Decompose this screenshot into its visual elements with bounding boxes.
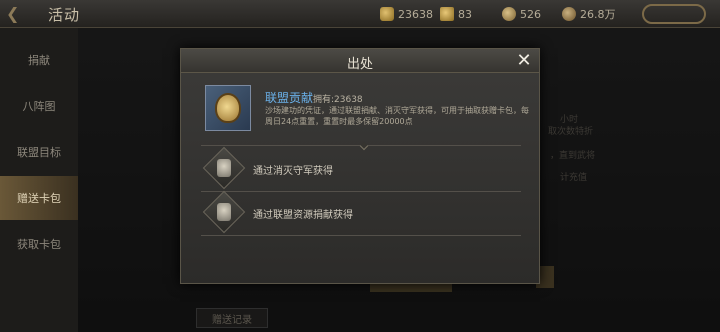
- game-screen: ❮ 活动 23638 83 526 26.8万 捐献 八阵图 联盟目标 赠送卡包…: [0, 0, 720, 332]
- divider-middle: [201, 191, 521, 192]
- sidebar-item-formation[interactable]: 八阵图: [0, 84, 78, 128]
- gold-coin-icon: [380, 7, 394, 21]
- page-title: 活动: [48, 6, 81, 24]
- divider-bottom: [201, 235, 521, 236]
- sidebar-item-alliance-goal[interactable]: 联盟目标: [0, 130, 78, 174]
- resource-silver: 526: [502, 6, 541, 22]
- medal-icon: [215, 93, 241, 123]
- source-label: 通过联盟资源捐献获得: [253, 210, 353, 221]
- resource-token: 83: [440, 6, 472, 22]
- item-owned: 拥有:23638: [313, 95, 363, 105]
- resource-gold-value: 23638: [398, 7, 433, 21]
- source-dialog: 出处 ✕ 联盟贡献 拥有:23638 沙场建功的凭证，通过联盟捐献、消灭守军获得…: [180, 48, 540, 284]
- token-icon: [440, 7, 454, 21]
- item-name: 联盟贡献: [265, 91, 314, 105]
- dialog-header: 出处 ✕: [181, 49, 539, 73]
- sidebar-item-gift-pack[interactable]: 赠送卡包: [0, 176, 78, 220]
- return-button[interactable]: [642, 4, 706, 24]
- dialog-title: 出处: [346, 57, 373, 72]
- copper-icon: [562, 7, 576, 21]
- resource-silver-value: 526: [520, 7, 541, 21]
- source-row-defeat-garrison[interactable]: 通过消灭守军获得: [202, 146, 521, 190]
- resource-copper: 26.8万: [562, 6, 616, 22]
- silver-icon: [502, 7, 516, 21]
- resource-token-value: 83: [458, 7, 472, 21]
- scroll-icon: [217, 203, 231, 221]
- alliance-contribution-icon: [205, 85, 251, 131]
- source-row-resource-donate[interactable]: 通过联盟资源捐献获得: [202, 190, 521, 234]
- back-arrow-icon[interactable]: ❮: [6, 4, 42, 24]
- resource-gold: 23638: [380, 6, 433, 22]
- resource-copper-value: 26.8万: [580, 8, 616, 21]
- soldier-icon: [217, 159, 231, 177]
- top-bar: ❮ 活动 23638 83 526 26.8万: [0, 0, 720, 28]
- close-icon[interactable]: ✕: [515, 52, 533, 70]
- sidebar-item-donate[interactable]: 捐献: [0, 38, 78, 82]
- sidebar: 捐献 八阵图 联盟目标 赠送卡包 获取卡包: [0, 28, 78, 332]
- source-label: 通过消灭守军获得: [253, 166, 333, 177]
- sidebar-item-get-pack[interactable]: 获取卡包: [0, 222, 78, 266]
- item-description: 沙场建功的凭证，通过联盟捐献、消灭守军获得，可用于抽取获赠卡包，每周日24点重置…: [265, 106, 529, 126]
